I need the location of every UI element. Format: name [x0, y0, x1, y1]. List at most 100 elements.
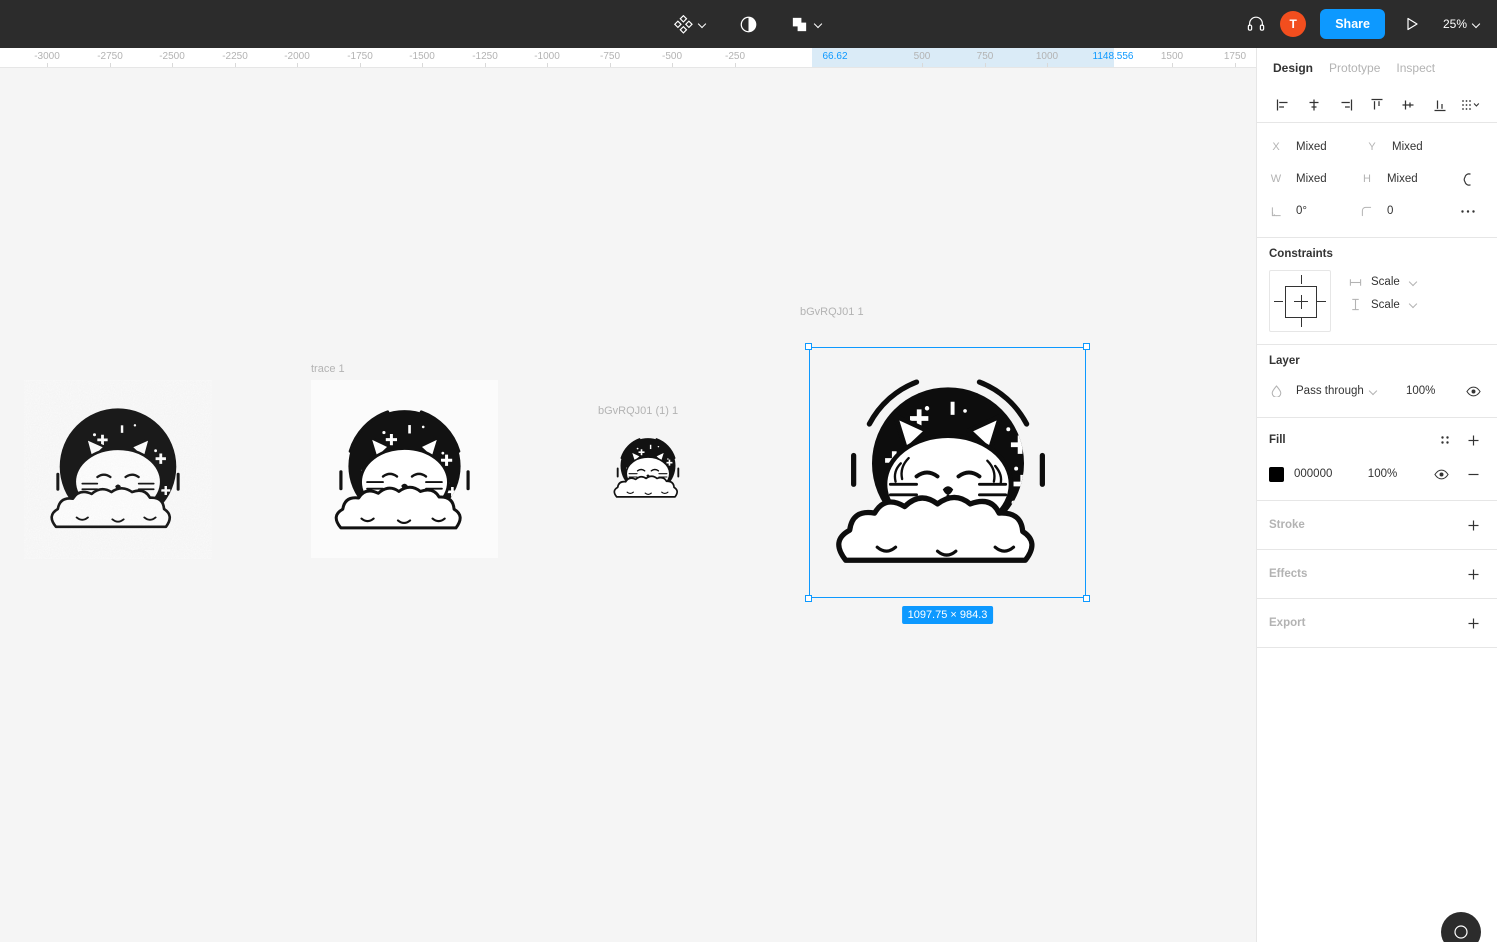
avatar[interactable]: T	[1280, 11, 1307, 37]
artboard-bgvrqj01-copy[interactable]	[598, 423, 698, 513]
y-input[interactable]: Mixed	[1387, 137, 1461, 157]
node-label-bgvrqj01-1[interactable]: bGvRQJ01 1	[800, 306, 864, 318]
node-label-trace-1[interactable]: trace 1	[311, 363, 345, 375]
align-left-button[interactable]	[1269, 91, 1297, 119]
selection-handle-bottom-right[interactable]	[1083, 595, 1090, 602]
fill-visibility-button[interactable]	[1430, 462, 1454, 486]
boolean-tool[interactable]	[786, 8, 827, 40]
fill-color-swatch[interactable]	[1269, 466, 1284, 482]
distribute-more-icon	[1461, 98, 1481, 112]
w-property[interactable]: W Mixed	[1269, 169, 1360, 189]
help-button[interactable]	[1441, 912, 1481, 942]
remove-fill-button[interactable]	[1461, 462, 1485, 486]
blend-mode-select[interactable]: Pass through	[1291, 381, 1383, 401]
fill-opacity-input[interactable]: 100%	[1363, 464, 1414, 484]
artboard-raster-thumbnail[interactable]	[24, 380, 212, 559]
rotation-input[interactable]: 0°	[1291, 201, 1360, 221]
constraint-arm-right[interactable]	[1317, 301, 1326, 303]
play-present-icon	[1404, 16, 1420, 32]
selection-handle-bottom-left[interactable]	[805, 595, 812, 602]
constraint-arm-bottom[interactable]	[1300, 318, 1302, 327]
effects-title: Effects	[1269, 568, 1308, 580]
ruler-tick-mark	[1235, 63, 1236, 67]
tab-prototype[interactable]: Prototype	[1329, 61, 1380, 75]
zoom-level-label: 25%	[1442, 17, 1467, 31]
selection-handle-top-right[interactable]	[1083, 343, 1090, 350]
layer-opacity-input[interactable]: 100%	[1401, 381, 1453, 401]
w-label: W	[1270, 173, 1282, 185]
ruler-tick-mark	[547, 63, 548, 67]
align-vertical-center-button[interactable]	[1394, 91, 1422, 119]
constrain-proportions-button[interactable]	[1451, 167, 1485, 191]
h-label: H	[1362, 173, 1371, 185]
align-horizontal-center-button[interactable]	[1300, 91, 1328, 119]
constraints-center-v	[1300, 295, 1302, 309]
divider	[1257, 647, 1497, 648]
ruler-tick-label: -3000	[34, 51, 60, 62]
node-label-bgvrqj01-copy[interactable]: bGvRQJ01 (1) 1	[598, 405, 678, 417]
more-options-icon	[1460, 209, 1476, 214]
design-canvas[interactable]: trace 1 bGvRQJ01 (1) 1 bGvRQJ01 1 1097.7…	[0, 68, 1256, 942]
align-bottom-button[interactable]	[1426, 91, 1454, 119]
chevron-down-icon	[1409, 300, 1418, 309]
tab-inspect[interactable]: Inspect	[1396, 61, 1435, 75]
headphones-button[interactable]	[1246, 14, 1266, 34]
fill-styles-button[interactable]	[1433, 428, 1457, 452]
export-section: Export	[1257, 599, 1497, 647]
tab-design[interactable]: Design	[1273, 61, 1313, 75]
w-input[interactable]: Mixed	[1291, 169, 1360, 189]
align-left-icon	[1276, 98, 1290, 112]
ruler-tick-mark	[922, 63, 923, 67]
components-tool[interactable]	[670, 8, 711, 40]
add-effect-button[interactable]	[1461, 562, 1485, 586]
constraint-arm-left[interactable]	[1274, 301, 1283, 303]
cat-cloud-artwork-small	[613, 438, 680, 498]
x-input[interactable]: Mixed	[1291, 137, 1365, 157]
eye-icon	[1465, 386, 1481, 397]
headphones-icon	[1246, 14, 1266, 34]
vertical-resize-icon	[1349, 298, 1362, 311]
vertical-constraint-select[interactable]: Scale	[1349, 298, 1418, 311]
share-button[interactable]: Share	[1320, 9, 1385, 39]
chevron-down-icon	[1409, 278, 1418, 287]
corner-radius-property[interactable]: 0	[1360, 201, 1451, 221]
ruler-tick-label: -1000	[534, 51, 560, 62]
horizontal-constraint-select[interactable]: Scale	[1349, 276, 1418, 288]
align-right-button[interactable]	[1332, 91, 1360, 119]
ruler-tick-label: -750	[599, 51, 621, 62]
chevron-down-icon	[1472, 20, 1481, 29]
constraints-title: Constraints	[1269, 248, 1333, 260]
layer-title: Layer	[1269, 355, 1300, 367]
artboard-trace-1[interactable]	[311, 380, 498, 558]
align-vertical-center-icon	[1401, 98, 1415, 112]
ruler-tick-label: 750	[976, 51, 994, 62]
chevron-down-icon	[814, 20, 823, 29]
plus-icon	[1467, 568, 1480, 581]
layer-visibility-button[interactable]	[1461, 379, 1485, 403]
ruler-tick-label: 1500	[1160, 51, 1184, 62]
h-property[interactable]: H Mixed	[1360, 169, 1451, 189]
horizontal-ruler[interactable]: -3000 -2750 -2500 -2250 -2000 -1750 -1500 -1250…	[0, 48, 1256, 68]
align-top-button[interactable]	[1363, 91, 1391, 119]
ruler-tick-mark	[297, 63, 298, 67]
constraint-arm-top[interactable]	[1300, 275, 1302, 284]
h-input[interactable]: Mixed	[1382, 169, 1451, 189]
add-fill-button[interactable]	[1461, 428, 1485, 452]
selection-handle-top-left[interactable]	[805, 343, 812, 350]
add-export-button[interactable]	[1461, 611, 1485, 635]
fill-title: Fill	[1269, 434, 1286, 446]
y-property[interactable]: Y Mixed	[1365, 137, 1461, 157]
corner-radius-input[interactable]: 0	[1382, 201, 1451, 221]
fill-hex-input[interactable]: 000000	[1292, 465, 1355, 483]
ruler-tick-label: 500	[913, 51, 931, 62]
distribute-more-button[interactable]	[1457, 91, 1485, 119]
x-property[interactable]: X Mixed	[1269, 137, 1365, 157]
constraints-widget[interactable]	[1269, 270, 1331, 332]
present-button[interactable]	[1399, 11, 1425, 37]
rotation-property[interactable]: 0°	[1269, 201, 1360, 221]
boolean-union-icon	[790, 15, 809, 34]
zoom-control[interactable]: 25%	[1439, 10, 1485, 38]
mask-tool[interactable]	[735, 8, 762, 40]
add-stroke-button[interactable]	[1461, 513, 1485, 537]
more-options-button[interactable]	[1451, 199, 1485, 223]
